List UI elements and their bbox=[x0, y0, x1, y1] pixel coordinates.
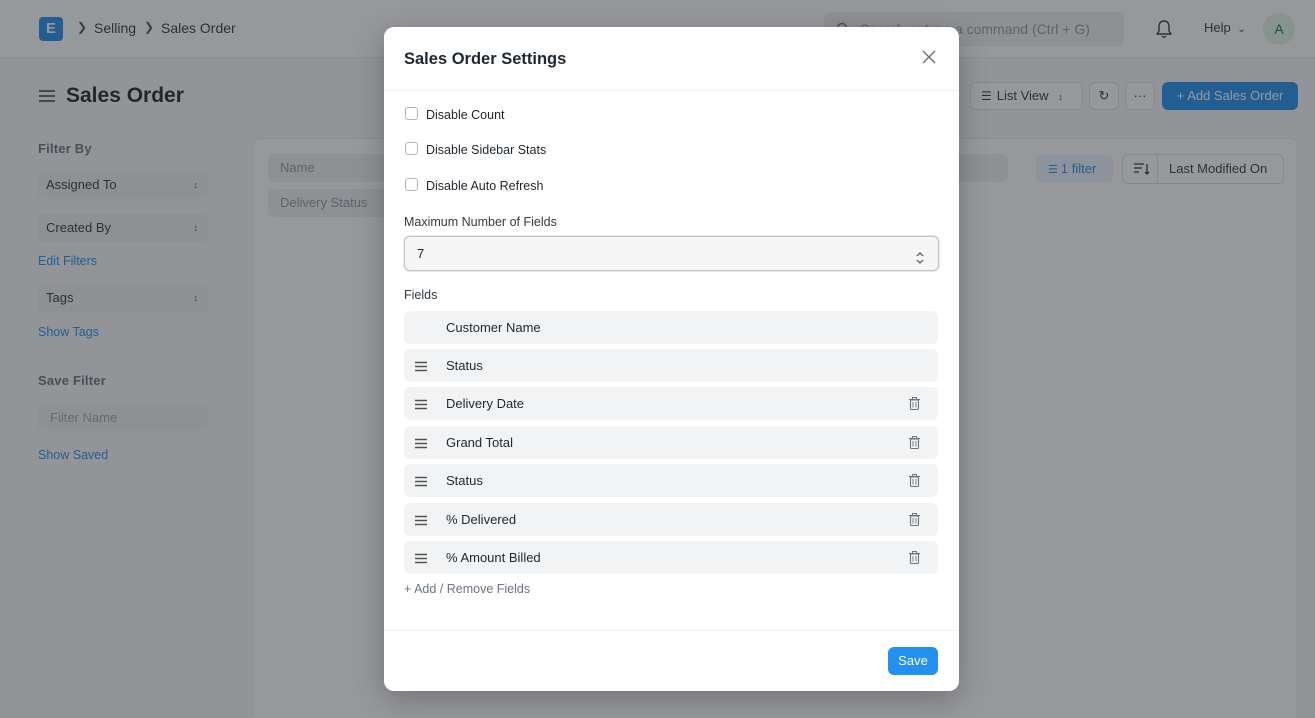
drag-handle-icon[interactable] bbox=[415, 360, 427, 372]
drag-handle-icon[interactable] bbox=[415, 437, 427, 449]
max-fields-label: Maximum Number of Fields bbox=[404, 215, 557, 229]
delete-icon[interactable] bbox=[909, 551, 920, 565]
checkbox-label: Disable Auto Refresh bbox=[426, 179, 544, 193]
drag-handle-icon[interactable] bbox=[415, 398, 427, 410]
delete-icon[interactable] bbox=[909, 513, 920, 527]
field-row: Customer Name bbox=[404, 311, 938, 344]
drag-handle-icon[interactable] bbox=[415, 475, 427, 487]
modal-footer: Save bbox=[384, 630, 959, 691]
close-icon[interactable] bbox=[919, 47, 939, 67]
max-fields-input[interactable]: 7 bbox=[404, 236, 939, 271]
field-name: Delivery Date bbox=[446, 396, 525, 411]
spinner-icon[interactable] bbox=[916, 245, 924, 264]
field-name: Customer Name bbox=[446, 320, 541, 335]
field-row: % Delivered bbox=[404, 503, 938, 536]
checkbox-label: Disable Sidebar Stats bbox=[426, 143, 547, 157]
checkbox-box[interactable] bbox=[405, 142, 418, 155]
add-remove-fields-link[interactable]: + Add / Remove Fields bbox=[404, 582, 530, 596]
field-name: % Delivered bbox=[446, 512, 517, 527]
field-name: Status bbox=[446, 473, 483, 488]
field-row: Status bbox=[404, 464, 938, 497]
fields-label: Fields bbox=[404, 288, 438, 302]
modal-title: Sales Order Settings bbox=[404, 50, 567, 68]
delete-icon[interactable] bbox=[909, 397, 920, 411]
field-row: Grand Total bbox=[404, 426, 938, 459]
delete-icon[interactable] bbox=[909, 474, 920, 488]
modal-header: Sales Order Settings bbox=[384, 27, 959, 91]
drag-handle-icon[interactable] bbox=[415, 514, 427, 526]
field-name: Status bbox=[446, 358, 483, 373]
save-button[interactable]: Save bbox=[888, 647, 938, 675]
field-row: % Amount Billed bbox=[404, 541, 938, 574]
checkbox-label: Disable Count bbox=[426, 108, 505, 122]
field-name: % Amount Billed bbox=[446, 550, 541, 565]
drag-handle-icon[interactable] bbox=[415, 552, 427, 564]
field-name: Grand Total bbox=[446, 435, 513, 450]
delete-icon[interactable] bbox=[909, 436, 920, 450]
max-fields-value: 7 bbox=[417, 246, 425, 261]
field-row: Status bbox=[404, 349, 938, 382]
checkbox-box[interactable] bbox=[405, 107, 418, 120]
checkbox-box[interactable] bbox=[405, 178, 418, 191]
sales-order-settings-dialog: Sales Order Settings Disable Count Disab… bbox=[384, 27, 959, 691]
field-row: Delivery Date bbox=[404, 387, 938, 420]
